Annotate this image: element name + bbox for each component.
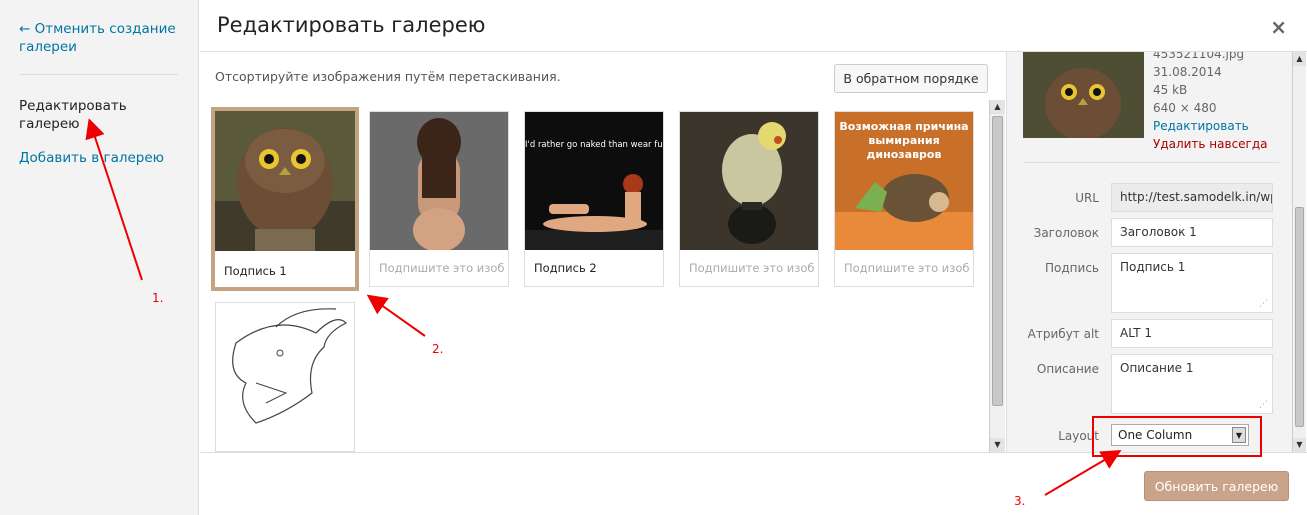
gallery-item-1[interactable]: Подпись 1: [211, 107, 359, 291]
scroll-down-icon[interactable]: ▼: [1293, 438, 1306, 452]
update-gallery-button[interactable]: Обновить галерею: [1144, 471, 1289, 501]
url-field[interactable]: http://test.samodelk.in/wp: [1111, 183, 1273, 212]
scroll-up-icon[interactable]: ▲: [990, 100, 1005, 114]
url-label: URL: [1075, 191, 1099, 205]
caption-input[interactable]: Подпишите это изоб: [370, 252, 508, 286]
title-label: Заголовок: [1033, 226, 1099, 240]
modal-footer: [200, 452, 1307, 515]
hedgehog-thumbnail: Возможная причина вымирания динозавров: [835, 112, 973, 250]
resize-handle-icon[interactable]: ⋰: [1259, 299, 1268, 309]
scroll-down-icon[interactable]: ▼: [990, 438, 1005, 452]
gallery-item-6[interactable]: [215, 302, 355, 452]
layout-select[interactable]: One Column ▼: [1111, 424, 1249, 446]
scrollbar-thumb[interactable]: [992, 116, 1003, 406]
caption-input[interactable]: Подпишите это изоб: [680, 252, 818, 286]
selected-image-preview: [1023, 52, 1144, 138]
chevron-down-icon[interactable]: ▼: [1232, 427, 1246, 443]
left-menu: ← Отменить создание галереи Редактироват…: [0, 0, 199, 515]
alt-field[interactable]: ALT 1: [1111, 319, 1273, 348]
gallery-item-5[interactable]: Возможная причина вымирания динозавров П…: [834, 111, 974, 287]
owl-thumbnail: [215, 111, 355, 251]
annotation-arrow-2: [366, 294, 426, 337]
gallery-item-2[interactable]: Подпишите это изоб: [369, 111, 509, 287]
cancel-gallery-link[interactable]: ← Отменить создание галереи: [19, 20, 189, 56]
description-label: Описание: [1036, 362, 1099, 376]
figure-thumbnail: [370, 112, 508, 250]
annotation-label-3: 3.: [1014, 494, 1026, 508]
edit-image-link[interactable]: Редактировать: [1153, 119, 1249, 133]
caption-text: Подпись 1: [1120, 260, 1186, 274]
caption-input[interactable]: Подпись 2: [525, 252, 663, 286]
description-text: Описание 1: [1120, 361, 1194, 375]
image-dimensions: 640 × 480: [1153, 101, 1217, 115]
dragon-sketch-thumbnail: [216, 303, 354, 441]
layout-selected-value: One Column: [1118, 428, 1193, 442]
attachment-details-sidebar: 453521104.jpg 31.08.2014 45 kB 640 × 480…: [1006, 52, 1292, 452]
title-field[interactable]: Заголовок 1: [1111, 218, 1273, 247]
caption-input[interactable]: Подпись 1: [215, 255, 355, 289]
sort-instructions: Отсортируйте изображения путём перетаски…: [215, 69, 561, 84]
gallery-scrollbar[interactable]: ▲ ▼: [989, 100, 1005, 452]
annotation-label-1: 1.: [152, 291, 164, 305]
gallery-item-3[interactable]: I'd rather go naked than wear fur Подпис…: [524, 111, 664, 287]
sidebar-separator: [1023, 162, 1279, 163]
caption-label: Подпись: [1045, 261, 1099, 275]
sidebar-scrollbar[interactable]: ▲ ▼: [1292, 52, 1306, 452]
caption-textarea[interactable]: Подпись 1 ⋰: [1111, 253, 1273, 313]
file-size: 45 kB: [1153, 83, 1188, 97]
parrot-thumbnail: [680, 112, 818, 250]
close-icon[interactable]: ×: [1270, 15, 1287, 39]
modal-header: Редактировать галерею ×: [200, 0, 1307, 52]
poster-thumbnail: I'd rather go naked than wear fur: [525, 112, 663, 250]
menu-separator: [19, 74, 178, 75]
delete-permanently-link[interactable]: Удалить навсегда: [1153, 137, 1268, 151]
menu-item-add-to-gallery[interactable]: Добавить в галерею: [19, 149, 164, 167]
layout-label: Layout: [1058, 429, 1099, 443]
reverse-order-button[interactable]: В обратном порядке: [834, 64, 988, 93]
resize-handle-icon[interactable]: ⋰: [1259, 400, 1268, 410]
caption-input[interactable]: Подпишите это изоб: [835, 252, 973, 286]
description-textarea[interactable]: Описание 1 ⋰: [1111, 354, 1273, 414]
page-title: Редактировать галерею: [217, 13, 486, 37]
scroll-up-icon[interactable]: ▲: [1293, 52, 1306, 66]
scrollbar-thumb[interactable]: [1295, 207, 1304, 427]
menu-item-edit-gallery[interactable]: Редактировать галерею: [19, 97, 189, 133]
file-name: 453521104.jpg: [1153, 52, 1245, 61]
alt-label: Атрибут alt: [1027, 327, 1099, 341]
upload-date: 31.08.2014: [1153, 65, 1222, 79]
gallery-item-4[interactable]: Подпишите это изоб: [679, 111, 819, 287]
annotation-label-2: 2.: [432, 342, 444, 356]
